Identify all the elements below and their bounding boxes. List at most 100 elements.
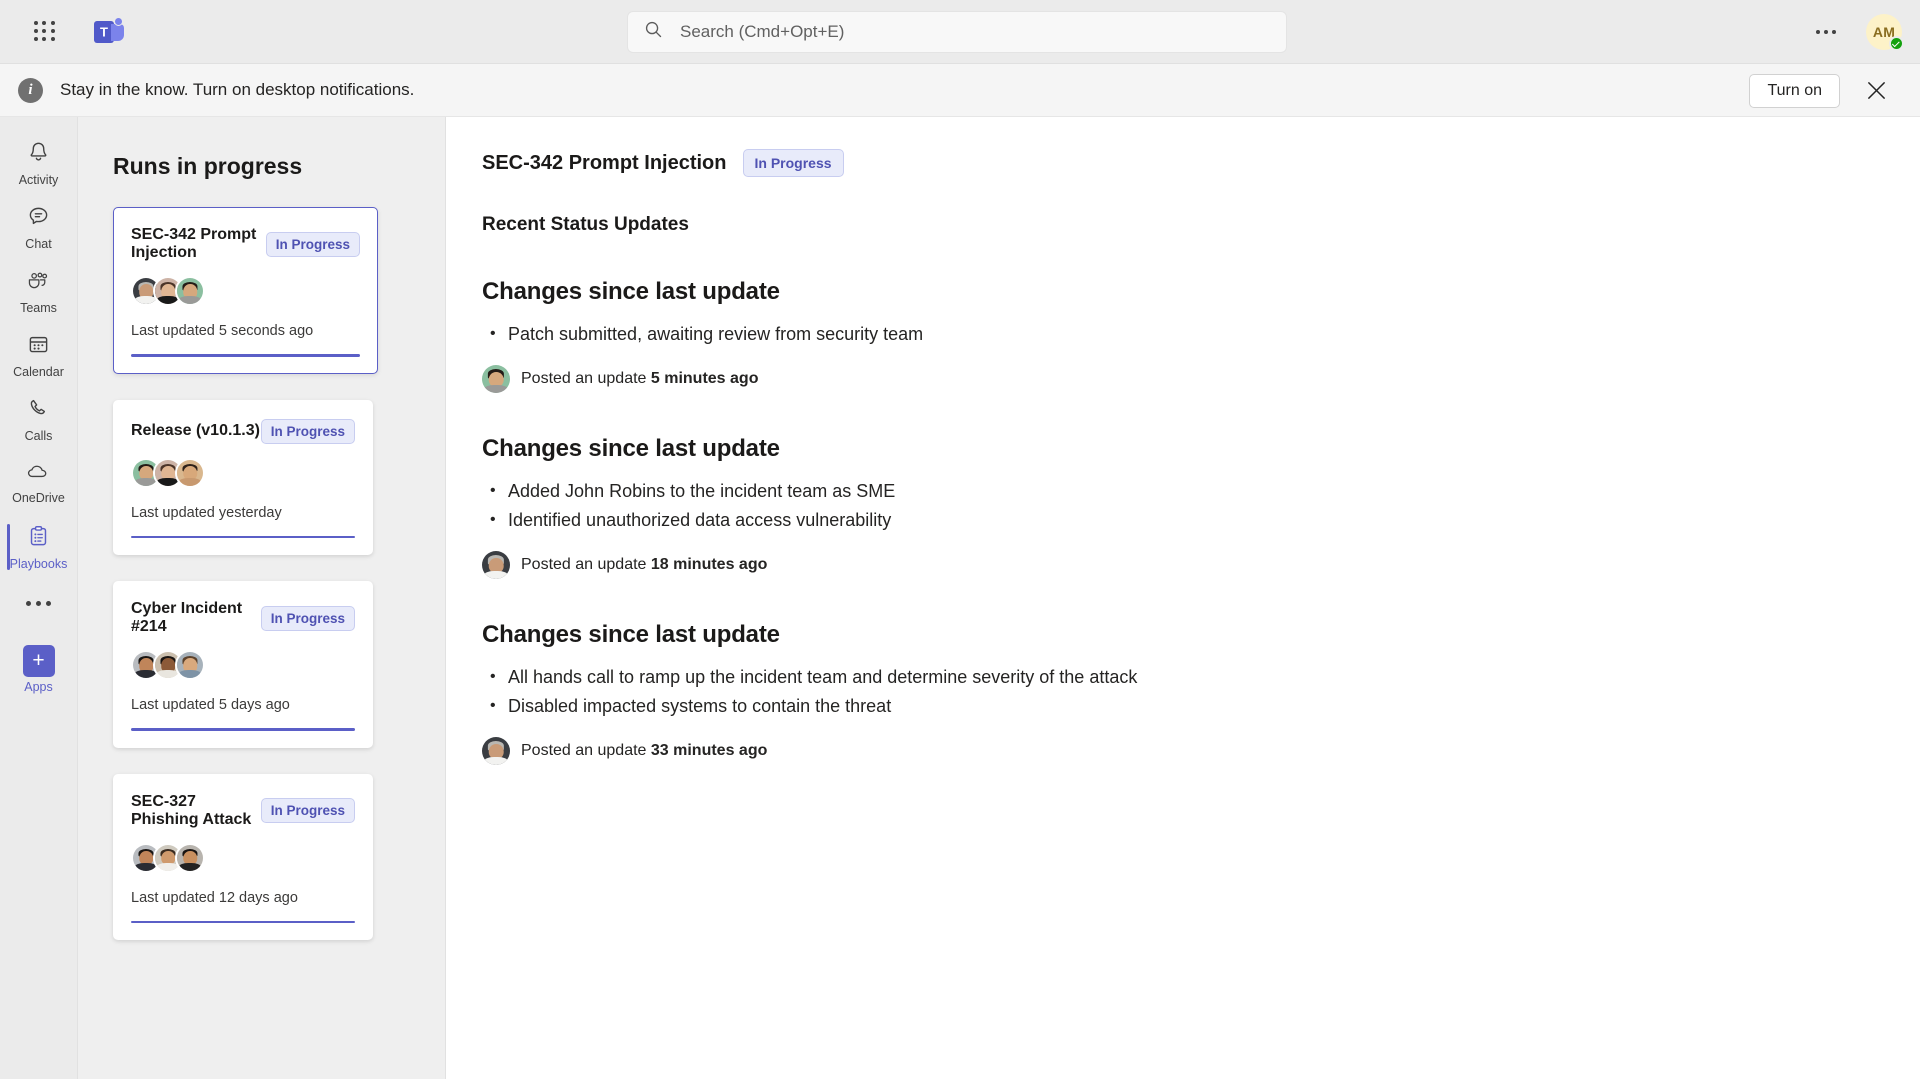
update-bullet-list: Patch submitted, awaiting review from se… <box>482 319 1920 349</box>
main-content: SEC-342 Prompt Injection In Progress Rec… <box>446 117 1920 1079</box>
sidebar-item-calls[interactable]: Calls <box>0 387 78 451</box>
posted-meta: Posted an update 33 minutes ago <box>521 742 767 760</box>
rail-more-icon[interactable] <box>26 579 51 627</box>
calendar-icon <box>26 332 51 362</box>
list-item: Disabled impacted systems to contain the… <box>482 691 1920 721</box>
sidebar-item-playbooks[interactable]: Playbooks <box>0 515 78 579</box>
member-avatars <box>131 650 355 680</box>
sidebar-item-label: Apps <box>24 679 53 694</box>
banner-message: Stay in the know. Turn on desktop notifi… <box>60 80 415 99</box>
posted-meta: Posted an update 5 minutes ago <box>521 370 758 388</box>
avatar <box>175 650 205 680</box>
last-updated-text: Last updated 5 seconds ago <box>131 323 314 339</box>
progress-bar <box>131 535 355 538</box>
sidebar-item-label: Calls <box>24 428 53 443</box>
sidebar-item-teams[interactable]: Teams <box>0 259 78 323</box>
update-footer: Posted an update 5 minutes ago <box>482 365 1920 393</box>
run-card-header: SEC-327 Phishing Attack In Progress <box>131 793 355 829</box>
presence-available-icon <box>1889 36 1904 51</box>
page-title: SEC-342 Prompt Injection <box>482 151 727 174</box>
posted-prefix: Posted an update <box>521 370 651 387</box>
posted-time: 5 minutes ago <box>650 370 759 387</box>
posted-meta: Posted an update 18 minutes ago <box>521 556 767 574</box>
member-avatars <box>131 842 355 873</box>
sidebar-item-activity[interactable]: Activity <box>0 131 78 195</box>
run-card-title: SEC-327 Phishing Attack <box>131 792 252 828</box>
sidebar-item-chat[interactable]: Chat <box>0 195 78 259</box>
update-footer: Posted an update 18 minutes ago <box>482 551 1920 579</box>
avatar <box>482 737 510 765</box>
progress-bar <box>131 354 360 357</box>
avatar <box>482 551 510 579</box>
cloud-icon <box>25 461 52 488</box>
status-update-item: Changes since last update Added John Rob… <box>482 435 1920 579</box>
top-app-bar: AM <box>0 0 1920 64</box>
run-card[interactable]: Cyber Incident #214 In Progress Last upd… <box>113 581 373 748</box>
update-heading: Changes since last update <box>482 435 780 462</box>
run-card[interactable]: SEC-342 Prompt Injection In Progress Las… <box>113 207 378 374</box>
last-updated-text: Last updated 5 days ago <box>131 697 290 713</box>
update-heading: Changes since last update <box>482 621 780 648</box>
posted-time: 33 minutes ago <box>650 742 768 759</box>
search-box[interactable] <box>627 11 1287 53</box>
member-avatars <box>131 457 355 488</box>
run-card-title: SEC-342 Prompt Injection <box>131 226 257 261</box>
plus-icon: + <box>22 644 55 677</box>
search-input[interactable] <box>680 22 1226 42</box>
bell-icon <box>26 140 51 170</box>
search-container <box>627 11 1287 53</box>
progress-bar <box>131 920 355 923</box>
main-header: SEC-342 Prompt Injection In Progress <box>482 149 1920 177</box>
sidebar-item-calendar[interactable]: Calendar <box>0 323 78 387</box>
list-item: Patch submitted, awaiting review from se… <box>482 319 1920 349</box>
runs-in-progress-panel: Runs in progress SEC-342 Prompt Injectio… <box>78 117 446 1079</box>
section-heading: Recent Status Updates <box>482 214 689 235</box>
turn-on-button[interactable]: Turn on <box>1749 73 1840 108</box>
run-card[interactable]: SEC-327 Phishing Attack In Progress Last… <box>113 773 373 940</box>
run-card-list: SEC-342 Prompt Injection In Progress Las… <box>78 207 445 940</box>
avatar <box>175 276 205 306</box>
list-item: Added John Robins to the incident team a… <box>482 476 1920 506</box>
sidebar-item-apps[interactable]: + Apps <box>0 637 78 701</box>
update-bullet-list: Added John Robins to the incident team a… <box>482 476 1920 535</box>
sidebar-item-label: OneDrive <box>12 491 65 506</box>
run-card[interactable]: Release (v10.1.3) In Progress Last updat… <box>113 399 373 555</box>
status-badge: In Progress <box>260 798 355 823</box>
member-avatars <box>131 276 360 306</box>
teams-logo-icon[interactable] <box>94 16 124 47</box>
clipboard-icon <box>26 524 51 554</box>
status-badge: In Progress <box>265 231 360 257</box>
chat-bubble-icon <box>26 204 51 234</box>
posted-time: 18 minutes ago <box>650 556 768 573</box>
avatar <box>482 365 510 393</box>
posted-prefix: Posted an update <box>521 742 651 759</box>
sidebar-item-onedrive[interactable]: OneDrive <box>0 451 78 515</box>
run-card-header: Release (v10.1.3) In Progress <box>131 418 355 444</box>
sidebar-item-label: Playbooks <box>9 556 68 571</box>
list-item: Identified unauthorized data access vuln… <box>482 505 1920 535</box>
list-item: All hands call to ramp up the incident t… <box>482 662 1920 692</box>
status-update-item: Changes since last update All hands call… <box>482 621 1920 765</box>
app-launcher-icon[interactable] <box>34 20 56 43</box>
run-card-title: Release (v10.1.3) <box>131 422 260 439</box>
posted-prefix: Posted an update <box>521 556 651 573</box>
search-icon <box>644 20 663 44</box>
status-badge: In Progress <box>742 149 844 177</box>
ellipsis-icon[interactable] <box>1808 22 1844 42</box>
topbar-right-controls: AM <box>1808 0 1904 64</box>
progress-bar <box>131 728 355 731</box>
run-card-title: Cyber Incident #214 <box>131 600 243 635</box>
phone-icon <box>26 396 51 426</box>
last-updated-text: Last updated yesterday <box>131 504 282 521</box>
update-bullet-list: All hands call to ramp up the incident t… <box>482 662 1920 721</box>
close-icon[interactable] <box>1862 77 1890 105</box>
sidebar-item-label: Chat <box>25 236 52 251</box>
status-update-item: Changes since last update Patch submitte… <box>482 278 1920 393</box>
status-badge: In Progress <box>260 418 355 444</box>
avatar <box>175 457 205 488</box>
panel-title: Runs in progress <box>113 153 303 179</box>
info-icon: i <box>18 77 43 103</box>
status-badge: In Progress <box>260 605 355 631</box>
avatar[interactable]: AM <box>1866 14 1904 51</box>
left-nav-rail: Activity Chat Teams Calendar Calls OneDr… <box>0 117 78 1079</box>
